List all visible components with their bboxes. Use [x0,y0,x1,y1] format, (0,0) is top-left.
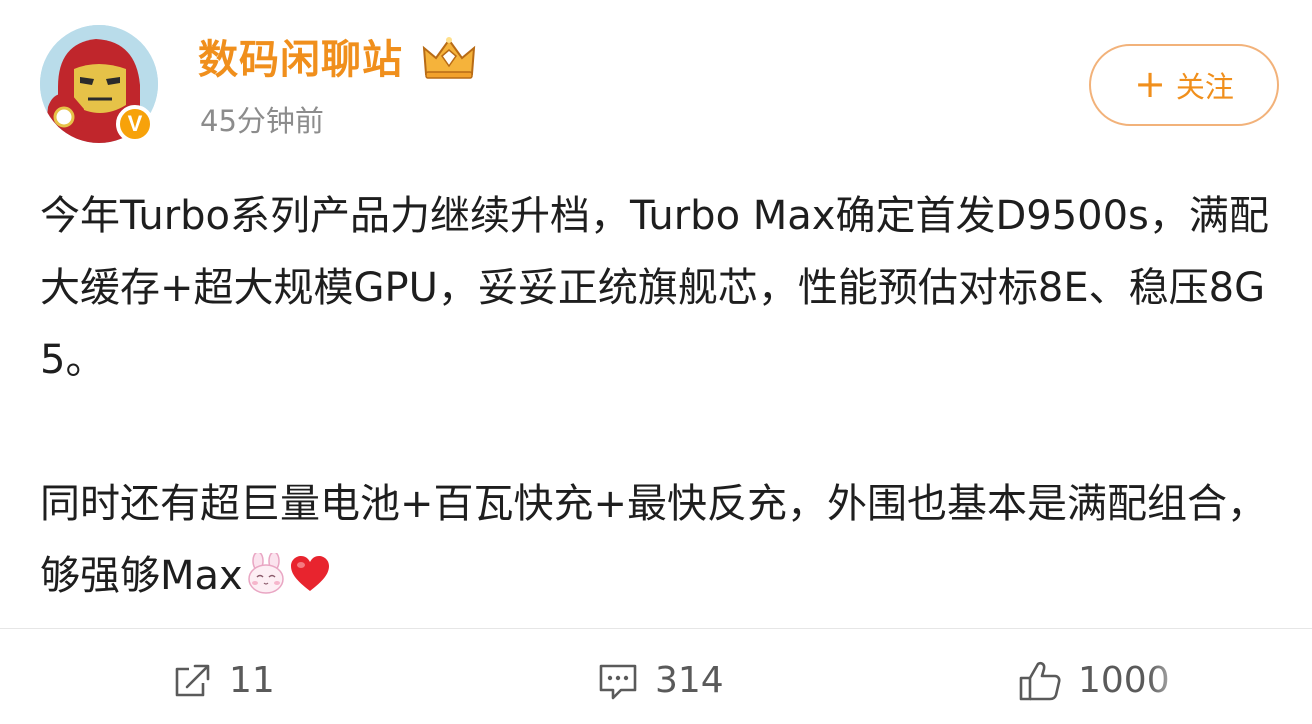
repost-button[interactable]: 11 [173,659,275,703]
repost-icon [175,664,210,697]
plus-icon: + [1134,61,1166,106]
like-count-fade [1148,659,1228,703]
comment-button[interactable]: 314 [597,659,724,703]
like-count-container: 1000 [1078,659,1228,703]
post-content: 今年Turbo系列产品力继续升档，Turbo Max确定首发D9500s，满配大… [40,180,1276,612]
bunny-face-emoji-icon [247,553,284,594]
action-bar: 11 314 1000 [0,629,1312,724]
post-paragraph-with-emoji: 同时还有超巨量电池+百瓦快充+最快反充，外围也基本是满配组合，够强够Max [40,468,1276,612]
red-heart-emoji-icon [290,556,329,591]
post-header: V 数码闲聊站 45分钟前 + 关注 [0,0,1312,160]
post-paragraph: 今年Turbo系列产品力继续升档，Turbo Max确定首发D9500s，满配大… [40,193,1269,383]
follow-button[interactable]: + 关注 [1089,44,1279,126]
post-timestamp: 45分钟前 [200,104,324,138]
like-button[interactable]: 1000 [1018,659,1228,703]
verified-badge: V [116,105,154,143]
repost-count: 11 [229,660,275,701]
follow-label: 关注 [1175,70,1234,104]
thumbs-up-icon [1019,661,1061,701]
crown-badge-icon[interactable] [420,36,478,80]
author-name[interactable]: 数码闲聊站 [198,34,403,86]
post-paragraph: 同时还有超巨量电池+百瓦快充+最快反充，外围也基本是满配组合，够强够Max [40,481,1268,599]
comment-icon [599,664,637,700]
comment-count: 314 [655,660,724,701]
